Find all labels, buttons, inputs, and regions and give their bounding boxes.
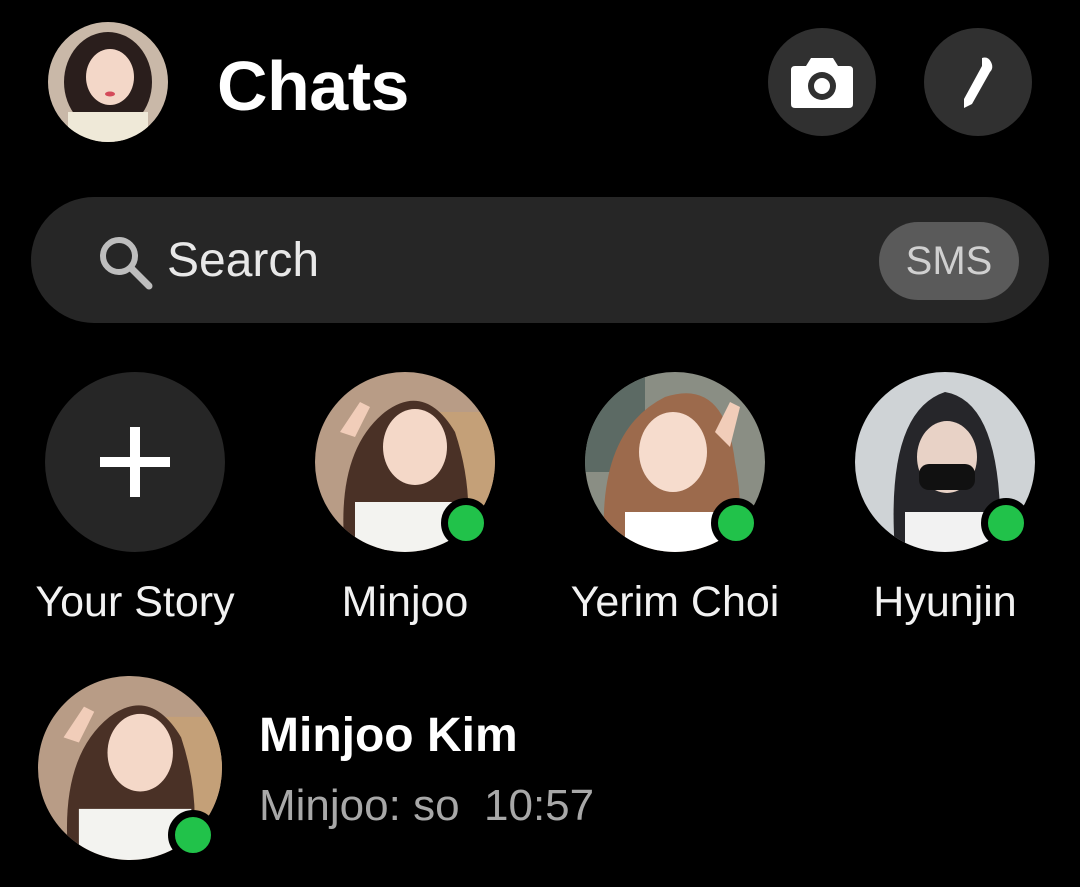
chat-timestamp: 10:57 (484, 781, 595, 830)
camera-icon (791, 58, 853, 108)
online-indicator (441, 498, 491, 548)
story-label: Your Story (35, 578, 235, 626)
camera-button[interactable] (768, 28, 876, 136)
story-yerim-choi[interactable]: Yerim Choi (550, 372, 800, 632)
story-label: Minjoo (341, 578, 469, 626)
chat-avatar (38, 676, 222, 860)
search-input[interactable]: Search (167, 233, 319, 289)
profile-avatar[interactable] (48, 22, 168, 142)
story-your-story[interactable]: Your Story (10, 372, 260, 632)
story-hyunjin[interactable]: Hyunjin (820, 372, 1070, 632)
story-label: Hyunjin (873, 578, 1017, 626)
search-icon (100, 237, 153, 290)
search-bar[interactable]: Search SMS (31, 197, 1049, 323)
online-indicator (168, 810, 218, 860)
page-title: Chats (217, 47, 409, 125)
plus-icon (100, 427, 170, 497)
story-minjoo[interactable]: Minjoo (280, 372, 530, 632)
chat-last-message: Minjoo: so (259, 781, 460, 830)
chat-preview: Minjoo: so 10:57 (259, 780, 594, 832)
pencil-icon (964, 57, 993, 108)
add-story-button[interactable] (45, 372, 225, 552)
sms-badge[interactable]: SMS (879, 222, 1019, 300)
chat-list-item[interactable]: Minjoo Kim Minjoo: so 10:57 (0, 668, 1080, 868)
story-label: Yerim Choi (570, 578, 780, 626)
chat-name: Minjoo Kim (259, 709, 518, 762)
compose-button[interactable] (924, 28, 1032, 136)
online-indicator (981, 498, 1031, 548)
online-indicator (711, 498, 761, 548)
